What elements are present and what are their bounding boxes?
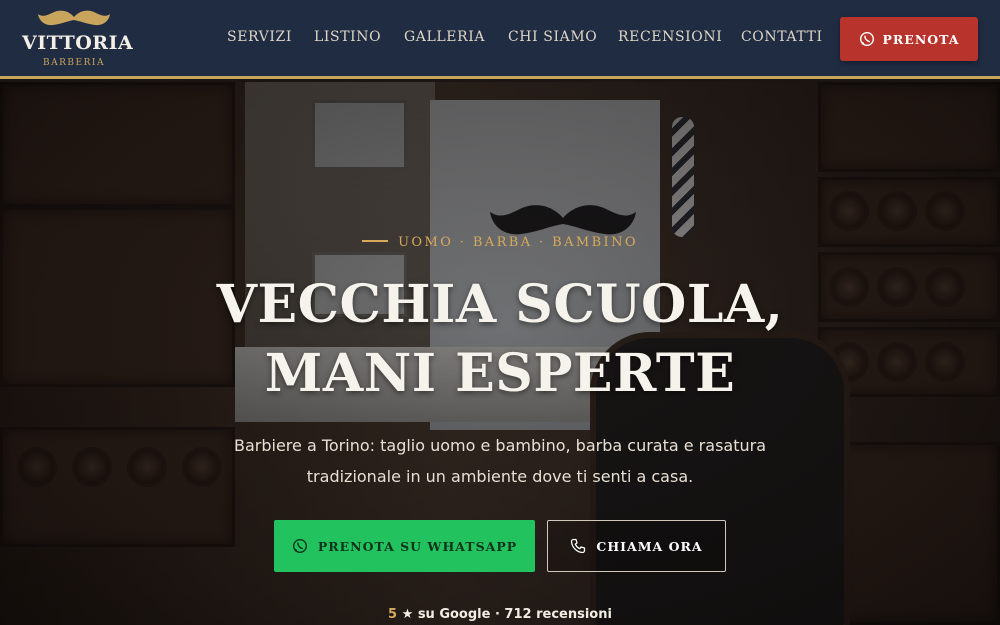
hero-lead-line-2: tradizionale in un ambiente dove ti sent…	[306, 467, 694, 486]
hero-lead-line-1: Barbiere a Torino: taglio uomo e bambino…	[233, 436, 766, 455]
rating-text: su Google · 712 recensioni	[417, 607, 612, 622]
eyebrow-rule	[362, 239, 389, 242]
mustache-icon	[38, 10, 110, 26]
site-header: VITTORIA BARBERIA SERVIZI LISTINO GALLER…	[0, 0, 1000, 79]
hero-eyebrow: UOMO · BARBA · BAMBINO	[0, 235, 1000, 250]
nav-recensioni[interactable]: RECENSIONI	[618, 29, 722, 45]
star-icon: ★	[401, 607, 414, 622]
prenota-button-label: PRENOTA	[882, 31, 960, 47]
prenota-button[interactable]: PRENOTA	[840, 17, 978, 61]
whatsapp-icon	[292, 538, 307, 554]
call-button-label: CHIAMA ORA	[596, 538, 703, 554]
nav-servizi[interactable]: SERVIZI	[227, 29, 292, 45]
call-now-button[interactable]: CHIAMA ORA	[547, 520, 726, 572]
brand-tagline: BARBERIA	[43, 58, 105, 68]
nav-contatti[interactable]: CONTATTI	[741, 29, 823, 45]
whatsapp-button-label: PRENOTA SU WHATSAPP	[317, 538, 518, 554]
brand-logo[interactable]: VITTORIA BARBERIA	[22, 9, 134, 71]
rating-score: 5	[388, 607, 398, 622]
brand-name: VITTORIA	[22, 32, 134, 54]
google-rating: 5 ★ su Google · 712 recensioni	[0, 607, 1000, 622]
phone-icon	[571, 538, 586, 554]
whatsapp-booking-button[interactable]: PRENOTA SU WHATSAPP	[274, 520, 535, 572]
nav-chi-siamo[interactable]: CHI SIAMO	[508, 29, 597, 45]
nav-galleria[interactable]: GALLERIA	[404, 29, 485, 45]
hero-headline-line-1: VECCHIA SCUOLA,	[216, 274, 784, 335]
whatsapp-icon	[859, 31, 874, 47]
nav-listino[interactable]: LISTINO	[314, 29, 381, 45]
hero-headline-line-2: MANI ESPERTE	[264, 343, 736, 404]
